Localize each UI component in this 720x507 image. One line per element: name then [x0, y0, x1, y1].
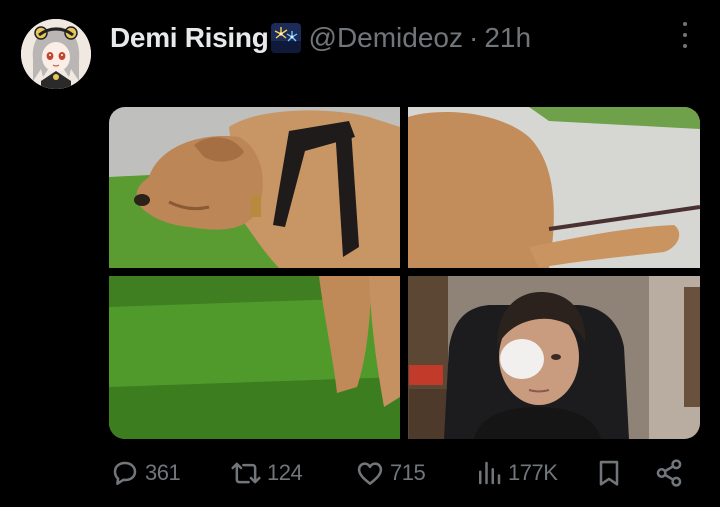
avatar[interactable] [21, 19, 91, 89]
like-count: 715 [390, 460, 426, 485]
tweet: Demi Rising @Demideoz · 21h 361 124 715 … [0, 0, 720, 507]
separator-dot: · [469, 22, 479, 53]
reply-button[interactable]: 361 [109, 455, 181, 491]
views-count: 177K [508, 460, 558, 485]
heart-icon [357, 462, 383, 485]
bookmark-icon [599, 460, 619, 486]
reply-icon [113, 461, 137, 485]
media-tile-top-right[interactable] [408, 107, 700, 268]
media-tile-top-left[interactable] [109, 107, 400, 268]
views-button[interactable]: 177K [474, 455, 558, 491]
timestamp[interactable]: 21h [484, 22, 531, 54]
display-name[interactable]: Demi Rising [110, 22, 269, 54]
bookmark-button[interactable] [593, 455, 625, 491]
media-tile-bottom-right[interactable] [408, 276, 700, 439]
media-tile-bottom-left[interactable] [109, 276, 400, 439]
more-options-icon[interactable] [676, 22, 694, 48]
views-icon [479, 461, 501, 485]
repost-count: 124 [267, 460, 303, 485]
tweet-media[interactable] [109, 107, 700, 439]
like-button[interactable]: 715 [354, 455, 426, 491]
user-handle[interactable]: @Demideoz [309, 22, 463, 54]
avatar-image [21, 19, 91, 89]
repost-icon [231, 462, 261, 484]
reply-count: 361 [145, 460, 181, 485]
tweet-actions: 361 124 715 177K [109, 455, 689, 491]
share-icon [656, 459, 682, 487]
tweet-header: Demi Rising @Demideoz · 21h [110, 19, 531, 57]
repost-button[interactable]: 124 [229, 455, 303, 491]
share-button[interactable] [653, 455, 685, 491]
fireworks-emoji-icon [270, 23, 301, 53]
